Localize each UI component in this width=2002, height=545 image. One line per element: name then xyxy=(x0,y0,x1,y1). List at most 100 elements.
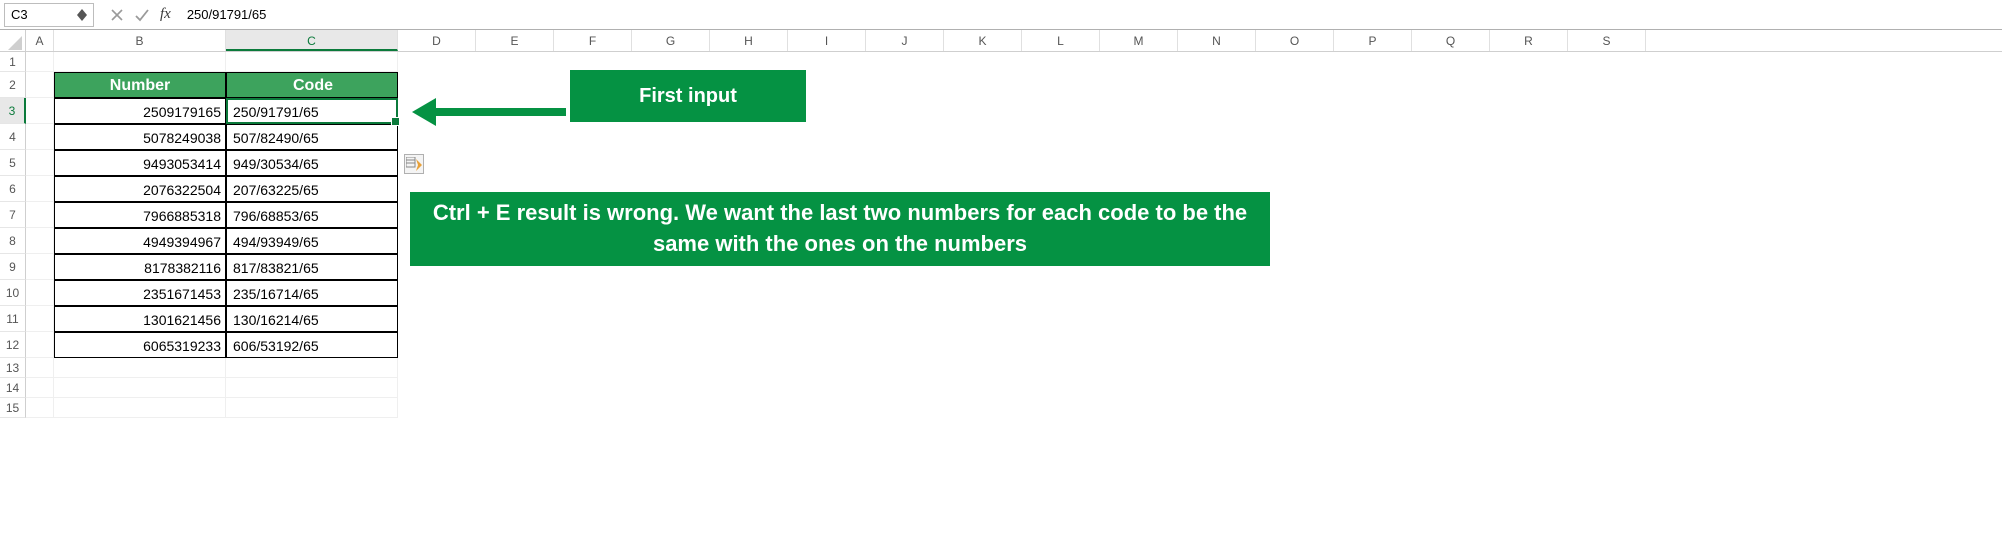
row-header-7[interactable]: 7 xyxy=(0,202,26,228)
callout-explanation: Ctrl + E result is wrong. We want the la… xyxy=(410,192,1270,266)
cell-A4[interactable] xyxy=(26,124,54,150)
row-header-3[interactable]: 3 xyxy=(0,98,26,124)
row-header-12[interactable]: 12 xyxy=(0,332,26,358)
col-header-Q[interactable]: Q xyxy=(1412,30,1490,51)
cell-C14[interactable] xyxy=(226,378,398,398)
confirm-icon[interactable] xyxy=(134,8,150,22)
col-header-D[interactable]: D xyxy=(398,30,476,51)
cell-C8[interactable]: 494/93949/65 xyxy=(226,228,398,254)
arrow-left-icon xyxy=(412,98,436,126)
arrow-annotation xyxy=(412,98,566,126)
cell-B8[interactable]: 4949394967 xyxy=(54,228,226,254)
cell-B3[interactable]: 2509179165 xyxy=(54,98,226,124)
col-header-N[interactable]: N xyxy=(1178,30,1256,51)
name-box-stepper[interactable] xyxy=(77,9,87,21)
cell-A5[interactable] xyxy=(26,150,54,176)
cell-B15[interactable] xyxy=(54,398,226,418)
row-header-4[interactable]: 4 xyxy=(0,124,26,150)
flash-fill-icon xyxy=(406,157,422,171)
cell-A9[interactable] xyxy=(26,254,54,280)
col-header-K[interactable]: K xyxy=(944,30,1022,51)
row-header-1[interactable]: 1 xyxy=(0,52,26,72)
col-header-A[interactable]: A xyxy=(26,30,54,51)
col-header-M[interactable]: M xyxy=(1100,30,1178,51)
cell-C12[interactable]: 606/53192/65 xyxy=(226,332,398,358)
cell-B14[interactable] xyxy=(54,378,226,398)
row-header-13[interactable]: 13 xyxy=(0,358,26,378)
cell-A8[interactable] xyxy=(26,228,54,254)
formula-input[interactable] xyxy=(181,0,1998,29)
cell-A14[interactable] xyxy=(26,378,54,398)
cell-B9[interactable]: 8178382116 xyxy=(54,254,226,280)
row-header-10[interactable]: 10 xyxy=(0,280,26,306)
col-header-E[interactable]: E xyxy=(476,30,554,51)
cell-A7[interactable] xyxy=(26,202,54,228)
cell-C4[interactable]: 507/82490/65 xyxy=(226,124,398,150)
col-header-R[interactable]: R xyxy=(1490,30,1568,51)
cell-B5[interactable]: 9493053414 xyxy=(54,150,226,176)
row-header-6[interactable]: 6 xyxy=(0,176,26,202)
cell-C11[interactable]: 130/16214/65 xyxy=(226,306,398,332)
row-12: 12 6065319233 606/53192/65 xyxy=(0,332,2002,358)
cell-A6[interactable] xyxy=(26,176,54,202)
cell-A15[interactable] xyxy=(26,398,54,418)
cell-C7[interactable]: 796/68853/65 xyxy=(226,202,398,228)
cell-B1[interactable] xyxy=(54,52,226,72)
cell-A10[interactable] xyxy=(26,280,54,306)
cancel-icon[interactable] xyxy=(110,8,124,22)
row-header-2[interactable]: 2 xyxy=(0,72,26,98)
grid-rows: 1 2 Number Code 3 2509179165 250/91791/6… xyxy=(0,52,2002,418)
cell-C5[interactable]: 949/30534/65 xyxy=(226,150,398,176)
col-header-I[interactable]: I xyxy=(788,30,866,51)
cell-B13[interactable] xyxy=(54,358,226,378)
col-header-L[interactable]: L xyxy=(1022,30,1100,51)
cell-C2[interactable]: Code xyxy=(226,72,398,98)
col-header-B[interactable]: B xyxy=(54,30,226,51)
cell-C6[interactable]: 207/63225/65 xyxy=(226,176,398,202)
cell-B12[interactable]: 6065319233 xyxy=(54,332,226,358)
row-11: 11 1301621456 130/16214/65 xyxy=(0,306,2002,332)
row-14: 14 xyxy=(0,378,2002,398)
cell-A2[interactable] xyxy=(26,72,54,98)
row-header-9[interactable]: 9 xyxy=(0,254,26,280)
flash-fill-options-button[interactable] xyxy=(404,154,424,174)
row-header-11[interactable]: 11 xyxy=(0,306,26,332)
row-10: 10 2351671453 235/16714/65 xyxy=(0,280,2002,306)
cell-A12[interactable] xyxy=(26,332,54,358)
row-header-5[interactable]: 5 xyxy=(0,150,26,176)
cell-A11[interactable] xyxy=(26,306,54,332)
row-2: 2 Number Code xyxy=(0,72,2002,98)
cell-A3[interactable] xyxy=(26,98,54,124)
cell-B2[interactable]: Number xyxy=(54,72,226,98)
col-header-P[interactable]: P xyxy=(1334,30,1412,51)
cell-B6[interactable]: 2076322504 xyxy=(54,176,226,202)
row-1: 1 xyxy=(0,52,2002,72)
col-header-G[interactable]: G xyxy=(632,30,710,51)
fx-icon[interactable]: fx xyxy=(160,6,171,23)
name-box[interactable] xyxy=(4,3,94,27)
col-header-O[interactable]: O xyxy=(1256,30,1334,51)
select-all-corner[interactable] xyxy=(0,30,26,51)
cell-B7[interactable]: 7966885318 xyxy=(54,202,226,228)
cell-B4[interactable]: 5078249038 xyxy=(54,124,226,150)
col-header-H[interactable]: H xyxy=(710,30,788,51)
row-header-14[interactable]: 14 xyxy=(0,378,26,398)
row-header-15[interactable]: 15 xyxy=(0,398,26,418)
cell-C3[interactable]: 250/91791/65 xyxy=(226,98,398,124)
cell-C13[interactable] xyxy=(226,358,398,378)
chevron-down-icon xyxy=(77,15,87,21)
cell-reference-input[interactable] xyxy=(11,7,61,22)
cell-C10[interactable]: 235/16714/65 xyxy=(226,280,398,306)
cell-B10[interactable]: 2351671453 xyxy=(54,280,226,306)
cell-A1[interactable] xyxy=(26,52,54,72)
row-header-8[interactable]: 8 xyxy=(0,228,26,254)
cell-C1[interactable] xyxy=(226,52,398,72)
cell-A13[interactable] xyxy=(26,358,54,378)
col-header-J[interactable]: J xyxy=(866,30,944,51)
col-header-C[interactable]: C xyxy=(226,30,398,51)
col-header-S[interactable]: S xyxy=(1568,30,1646,51)
cell-B11[interactable]: 1301621456 xyxy=(54,306,226,332)
col-header-F[interactable]: F xyxy=(554,30,632,51)
cell-C9[interactable]: 817/83821/65 xyxy=(226,254,398,280)
cell-C15[interactable] xyxy=(226,398,398,418)
